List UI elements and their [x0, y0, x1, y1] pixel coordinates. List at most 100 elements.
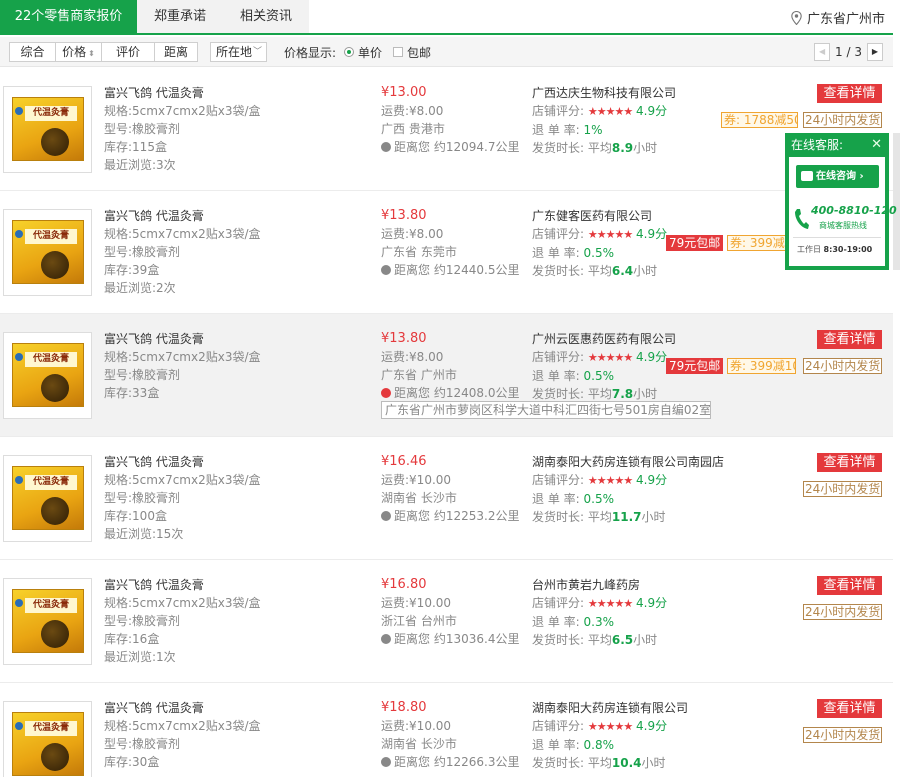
- scrollbar[interactable]: [893, 133, 900, 270]
- service-hours: 工作日 8:30-19:00: [797, 244, 872, 255]
- distance-value: 12440.5公里: [445, 263, 520, 277]
- distance: 距离您 约12440.5公里: [381, 261, 519, 279]
- rating-score: 4.9分: [636, 719, 667, 733]
- ship-unit: 小时: [633, 387, 658, 401]
- score-unit: 分: [655, 719, 668, 733]
- product-name[interactable]: 富兴飞鸽 代温灸膏: [104, 453, 261, 471]
- shop-name[interactable]: 湖南泰阳大药房连锁有限公司: [532, 699, 688, 717]
- location-icon: [381, 511, 391, 521]
- recent-label: 最近浏览:: [104, 650, 157, 664]
- ship-hours: 11.7: [612, 510, 642, 524]
- product-name[interactable]: 富兴飞鸽 代温灸膏: [104, 699, 261, 717]
- product-image[interactable]: 代温灸膏: [3, 209, 92, 296]
- distance: 距离您 约12094.7公里: [381, 138, 519, 156]
- rating-stars-icon: ★★★★★: [587, 228, 633, 241]
- freight-value: ¥10.00: [409, 473, 452, 487]
- chat-bubble-icon: [801, 171, 813, 181]
- product-spec: 规格:5cmx7cmx2贴x3袋/盒: [104, 471, 261, 489]
- recent-label: 最近浏览:: [104, 158, 157, 172]
- ship-time: 发货时长: 平均11.7小时: [532, 508, 724, 526]
- product-recent: 最近浏览:15次: [104, 525, 261, 543]
- product-name[interactable]: 富兴飞鸽 代温灸膏: [104, 207, 261, 225]
- close-icon[interactable]: ✕: [871, 135, 882, 155]
- model-label: 型号:: [104, 245, 133, 259]
- spec-value: 5cmx7cmx2贴x3袋/盒: [132, 350, 261, 364]
- table-row: 代温灸膏 富兴飞鸽 代温灸膏 规格:5cmx7cmx2贴x3袋/盒 型号:橡胶膏…: [0, 191, 893, 314]
- brand-logo-icon: [15, 230, 23, 238]
- product-image[interactable]: 代温灸膏: [3, 86, 92, 173]
- return-rate: 退 单 率: 0.5%: [532, 490, 724, 508]
- view-detail-button[interactable]: 查看详情: [817, 576, 882, 595]
- distance-label: 距离您 约: [394, 386, 446, 400]
- sort-distance-button[interactable]: 距离: [154, 42, 198, 62]
- tab-news[interactable]: 相关资讯: [223, 0, 309, 33]
- model-value: 橡胶膏剂: [132, 368, 181, 382]
- distance: 距离您 约12253.2公里: [381, 507, 519, 525]
- online-chat-button[interactable]: 在线咨询 ›: [796, 165, 879, 188]
- stock-label: 库存:: [104, 632, 133, 646]
- distance: 距离您 约12408.0公里: [381, 384, 519, 402]
- tab-retail-quotes[interactable]: 22个零售商家报价: [0, 0, 137, 33]
- freight-label: 运费:: [381, 227, 410, 241]
- shop-name[interactable]: 广西达庆生物科技有限公司: [532, 84, 676, 102]
- recent-value: 3次: [156, 158, 176, 172]
- product-name[interactable]: 富兴飞鸽 代温灸膏: [104, 330, 261, 348]
- region: 湖南省 长沙市: [381, 491, 457, 505]
- model-value: 橡胶膏剂: [132, 122, 181, 136]
- view-detail-button[interactable]: 查看详情: [817, 453, 882, 472]
- product-image[interactable]: 代温灸膏: [3, 332, 92, 419]
- return-rate: 退 单 率: 0.3%: [532, 613, 667, 631]
- sort-rating-button[interactable]: 评价: [101, 42, 155, 62]
- coupon-badge[interactable]: 券: 399减10: [727, 358, 796, 374]
- shop-name[interactable]: 湖南泰阳大药房连锁有限公司南园店: [532, 453, 724, 471]
- shop-name[interactable]: 广东健客医药有限公司: [532, 207, 667, 225]
- product-image[interactable]: 代温灸膏: [3, 701, 92, 777]
- rating-stars-icon: ★★★★★: [587, 597, 633, 610]
- tab-promise[interactable]: 郑重承诺: [137, 0, 223, 33]
- view-detail-button[interactable]: 查看详情: [817, 84, 882, 103]
- product-spec: 规格:5cmx7cmx2贴x3袋/盒: [104, 102, 261, 120]
- product-name[interactable]: 富兴飞鸽 代温灸膏: [104, 84, 261, 102]
- distance-label: 距离您 约: [394, 632, 446, 646]
- product-image[interactable]: 代温灸膏: [3, 578, 92, 665]
- model-label: 型号:: [104, 614, 133, 628]
- shop-info: 湖南泰阳大药房连锁有限公司 店铺评分: ★★★★★ 4.9分 退 单 率: 0.…: [532, 699, 688, 772]
- stock-value: 115盒: [132, 140, 167, 154]
- sort-price-button[interactable]: 价格 ⬍: [55, 42, 102, 62]
- sort-comprehensive-button[interactable]: 综合: [9, 42, 56, 62]
- freight-value: ¥10.00: [409, 596, 452, 610]
- pigeon-graphic-icon: [41, 620, 69, 648]
- region: 湖南省 长沙市: [381, 737, 457, 751]
- product-name[interactable]: 富兴飞鸽 代温灸膏: [104, 576, 261, 594]
- view-detail-button[interactable]: 查看详情: [817, 699, 882, 718]
- freight-value: ¥8.00: [409, 350, 444, 364]
- rating-score: 4.9分: [636, 473, 667, 487]
- distance-value: 12253.2公里: [445, 509, 520, 523]
- coupon-badge[interactable]: 券: 1788减50: [721, 112, 798, 128]
- distance-value: 12408.0公里: [445, 386, 520, 400]
- pager: ◀ 1 / 3 ▶: [814, 42, 883, 62]
- hours-value: 8:30-19:00: [823, 245, 873, 254]
- product-stock: 库存:33盒: [104, 384, 261, 402]
- prev-page-button[interactable]: ◀: [814, 43, 831, 61]
- shop-name[interactable]: 台州市黄岩九峰药房: [532, 576, 667, 594]
- brand-logo-icon: [15, 353, 23, 361]
- location-selector[interactable]: 广东省广州市: [791, 8, 885, 27]
- location-filter-select[interactable]: 所在地 ﹀: [210, 42, 267, 62]
- chevron-down-icon: ﹀: [252, 47, 262, 57]
- next-page-button[interactable]: ▶: [867, 43, 883, 61]
- price: ¥13.00: [381, 85, 427, 100]
- product-image[interactable]: 代温灸膏: [3, 455, 92, 542]
- return-rate: 退 单 率: 0.5%: [532, 367, 676, 385]
- recent-value: 15次: [156, 527, 184, 541]
- page-indicator: 1 / 3: [830, 45, 867, 59]
- free-shipping-checkbox[interactable]: [393, 47, 403, 57]
- shop-name[interactable]: 广州云医惠药医药有限公司: [532, 330, 676, 348]
- product-stock: 库存:30盒: [104, 753, 261, 771]
- ship-time: 发货时长: 平均6.5小时: [532, 631, 667, 649]
- spec-value: 5cmx7cmx2贴x3袋/盒: [132, 719, 261, 733]
- score-value: 4.9: [636, 473, 656, 487]
- shop-info: 广东健客医药有限公司 店铺评分: ★★★★★ 4.9分 退 单 率: 0.5% …: [532, 207, 667, 280]
- unit-price-radio[interactable]: [344, 47, 354, 57]
- view-detail-button[interactable]: 查看详情: [817, 330, 882, 349]
